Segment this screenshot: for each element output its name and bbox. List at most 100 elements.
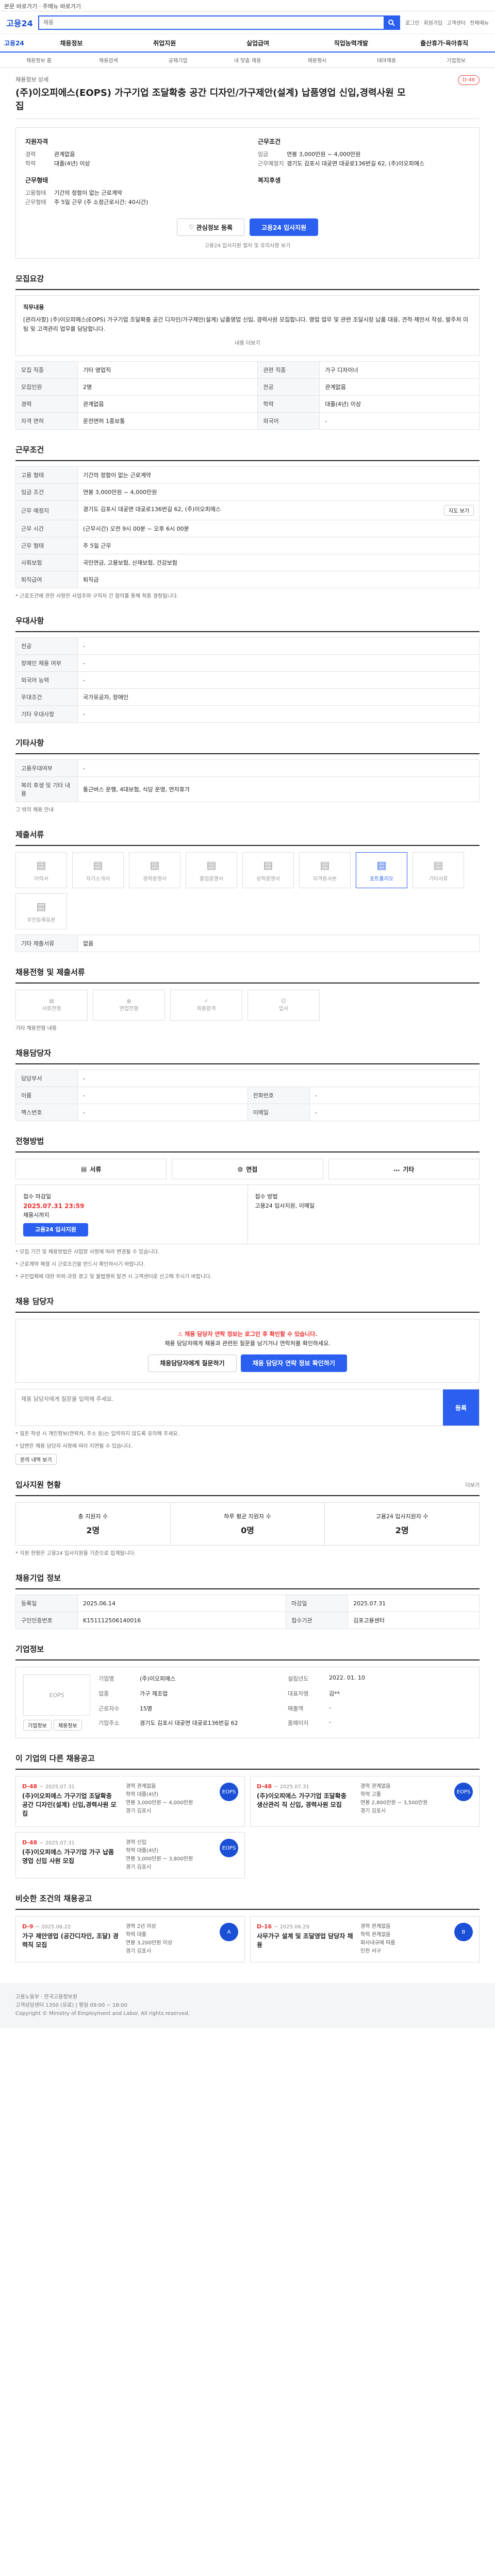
job-card[interactable]: D-9 ~ 2025.06.22 가구 제안영업 (공간디자인, 조달) 경력직 … xyxy=(15,1916,245,1962)
table-row: 근무 시간 (근무시간) 오전 9시 00분 ~ 오후 6시 00분 xyxy=(15,520,480,537)
job-meta: 학력 대졸 xyxy=(126,1932,146,1938)
map-button[interactable]: 지도 보기 xyxy=(444,505,474,516)
subnav-item[interactable]: 내 맞춤 채용 xyxy=(213,56,283,64)
search-input[interactable] xyxy=(39,16,384,29)
summary-key: 고용형태 xyxy=(25,190,46,196)
table-key: 전공 xyxy=(15,637,78,655)
table-key: 외국어 능력 xyxy=(15,671,78,689)
subnav-item[interactable]: 기업정보 xyxy=(421,56,491,64)
method-cell: 접수 방법 고용24 입사지원, 이메일 xyxy=(247,1185,480,1244)
job-title-link[interactable]: (주)이오피에스 가구기업 가구 납품영업 신입 사원 모집 xyxy=(22,1848,120,1866)
qa-history-button[interactable]: 문의 내역 보기 xyxy=(15,1454,57,1465)
nav-item-training[interactable]: 직업능력개발 xyxy=(304,39,398,47)
ask-recruiter-button[interactable]: 채용담당자에게 질문하기 xyxy=(148,1354,237,1372)
desc-more-button[interactable]: 내용 더보기 xyxy=(23,339,472,348)
table-key: 장애인 채용 여부 xyxy=(15,654,78,672)
question-input[interactable] xyxy=(16,1389,443,1426)
job-meta: 학력 대졸(4년) xyxy=(126,1848,159,1854)
table-key: 모집인원 xyxy=(15,378,78,396)
scrap-button[interactable]: ♡ 관심정보 등록 xyxy=(176,218,245,236)
table-value: (근무시간) 오전 9시 00분 ~ 오후 6시 00분 xyxy=(77,520,480,537)
document-icon: ▤ xyxy=(49,998,54,1004)
job-company-logo: EOPS xyxy=(454,1783,473,1801)
company-info-button[interactable]: 기업정보 xyxy=(23,1720,52,1731)
summary-qual-title: 지원자격 xyxy=(25,138,48,145)
job-meta: 학력 관계없음 xyxy=(360,1932,391,1938)
table-row: 외국어 능력 - xyxy=(15,671,480,689)
signup-link[interactable]: 회원가입 xyxy=(424,19,443,26)
summary-key: 학력 xyxy=(25,160,36,167)
job-meta: 학력 대졸(4년) xyxy=(126,1792,159,1798)
doc-label: 주민등록등본 xyxy=(27,917,56,923)
company-jobs-section: 이 기업의 다른 채용공고 D-48 ~ 2025.07.31 (주)이오피에스 … xyxy=(15,1753,480,1878)
stat-item: 하루 평균 지원자 수 0명 xyxy=(170,1503,325,1545)
table-value: - xyxy=(319,412,480,430)
table-row: 이름 - 전화번호 - xyxy=(15,1087,480,1104)
preference-section: 우대사항 전공 - 장애인 채용 여부 - 외국어 능력 - 우대조건 국가유공자, 장… xyxy=(15,615,480,723)
docs-note-table: 기타 제출서류 없음 xyxy=(15,935,480,952)
job-card[interactable]: D-48 ~ 2025.07.31 (주)이오피에스 가구기업 가구 납품영업 신… xyxy=(15,1832,245,1878)
section-title: 기타사항 xyxy=(15,737,480,754)
section-title: 입사지원 현황 더보기 xyxy=(15,1479,480,1496)
skip-gnb[interactable]: 주메뉴 바로가기 xyxy=(43,3,81,10)
company-value: 경기도 김포시 대곶면 대곶로136번길 62 xyxy=(140,1720,238,1727)
job-card[interactable]: D-48 ~ 2025.07.31 (주)이오피에스 가구기업 조달확충 공간 디… xyxy=(15,1776,245,1827)
doc-card: ▤ 졸업증명서 xyxy=(186,852,237,888)
job-title-link[interactable]: 사무가구 설계 및 조달영업 담당자 채용 xyxy=(257,1932,354,1950)
section-title: 비슷한 조건의 채용공고 xyxy=(15,1893,480,1910)
company-key: 업종 xyxy=(98,1690,109,1697)
job-title-link[interactable]: 가구 제안영업 (공간디자인, 조달) 경력직 모집 xyxy=(22,1932,120,1950)
support-link[interactable]: 고객센터 xyxy=(447,19,466,26)
company-key: 설립년도 xyxy=(288,1675,309,1682)
table-key: 학력 xyxy=(257,395,320,413)
skip-main[interactable]: 본문 바로가기 xyxy=(4,3,37,10)
login-link[interactable]: 로그인 xyxy=(405,19,420,26)
table-value: - xyxy=(77,671,480,689)
stats-more-link[interactable]: 더보기 xyxy=(465,1481,480,1488)
apply-button[interactable]: 고용24 입사지원 xyxy=(250,218,319,236)
method-label: 서류 xyxy=(90,1165,102,1173)
job-card[interactable]: D-48 ~ 2025.07.31 (주)이오피에스 가구기업 조달확충 생산관리… xyxy=(250,1776,480,1827)
table-row: 장애인 채용 여부 - xyxy=(15,654,480,672)
table-row: 모집인원 2명 전공 관계없음 xyxy=(15,378,480,396)
company-value: 2022. 01. 10 xyxy=(329,1674,365,1681)
nav-item-jobs[interactable]: 채용정보 xyxy=(25,39,118,47)
skip-links[interactable]: 본문 바로가기 · 주메뉴 바로가기 xyxy=(0,0,495,11)
view-contact-button[interactable]: 채용 담당자 연락 정보 확인하기 xyxy=(240,1354,347,1372)
job-title-link[interactable]: (주)이오피에스 가구기업 조달확충 생산관리 직 신입, 경력사원 모집 xyxy=(257,1792,354,1809)
similar-jobs-section: 비슷한 조건의 채용공고 D-9 ~ 2025.06.22 가구 제안영업 (공간… xyxy=(15,1893,480,1962)
nav-item-support[interactable]: 취업지원 xyxy=(118,39,211,47)
nav-item-benefit[interactable]: 실업급여 xyxy=(211,39,305,47)
company-key: 근로자수 xyxy=(98,1705,120,1712)
warning-text: ⚠ 채용 담당자 연락 정보는 로그인 후 확인할 수 있습니다. xyxy=(26,1330,469,1339)
nav-home[interactable]: 고용24 xyxy=(4,39,25,47)
apply-button-2[interactable]: 고용24 입사지원 xyxy=(23,1223,88,1236)
check-icon: ✓ xyxy=(204,998,209,1004)
subnav-item[interactable]: 테마채용 xyxy=(352,56,421,64)
table-value: 관계없음 xyxy=(77,395,258,413)
company-jobs-button[interactable]: 채용정보 xyxy=(53,1720,82,1731)
recruiter-section: 채용 담당자 ⚠ 채용 담당자 연락 정보는 로그인 후 확인할 수 있습니다.… xyxy=(15,1296,480,1465)
all-menu-link[interactable]: 전체메뉴 xyxy=(470,19,489,26)
table-value: - xyxy=(77,759,480,777)
job-card[interactable]: D-16 ~ 2025.06.29 사무가구 설계 및 조달영업 담당자 채용 경… xyxy=(250,1916,480,1962)
job-company-logo: EOPS xyxy=(220,1839,238,1857)
company-key: 기업주소 xyxy=(98,1720,120,1727)
preference-table: 전공 - 장애인 채용 여부 - 외국어 능력 - 우대조건 국가유공자, 장애인 기타… xyxy=(15,637,480,723)
process-note: 기타 채용전형 내용 xyxy=(15,1026,57,1031)
site-logo[interactable]: 고용24 xyxy=(6,16,33,29)
search-button[interactable] xyxy=(383,16,399,29)
subnav-item[interactable]: 공채기업 xyxy=(143,56,213,64)
nav-item-leave[interactable]: 출산휴가·육아휴직 xyxy=(398,39,491,47)
job-date: ~ 2025.06.22 xyxy=(35,1924,71,1930)
subnav-item[interactable]: 채용검색 xyxy=(74,56,143,64)
table-row: 담당부서 - xyxy=(15,1070,480,1087)
section-title: 이 기업의 다른 채용공고 xyxy=(15,1753,480,1770)
subnav-item[interactable]: 채용정보 홈 xyxy=(4,56,74,64)
subnav-item[interactable]: 채용행사 xyxy=(282,56,352,64)
table-value: 2명 xyxy=(77,378,258,396)
job-title-link[interactable]: (주)이오피에스 가구기업 조달확충 공간 디자인(설계) 신입,경력사원 모집 xyxy=(22,1792,120,1818)
table-value: - xyxy=(77,705,480,723)
apply-note-link[interactable]: 고용24 입사지원 절차 및 유의사항 보기 xyxy=(25,241,470,249)
question-submit-button[interactable]: 등록 xyxy=(443,1389,479,1426)
